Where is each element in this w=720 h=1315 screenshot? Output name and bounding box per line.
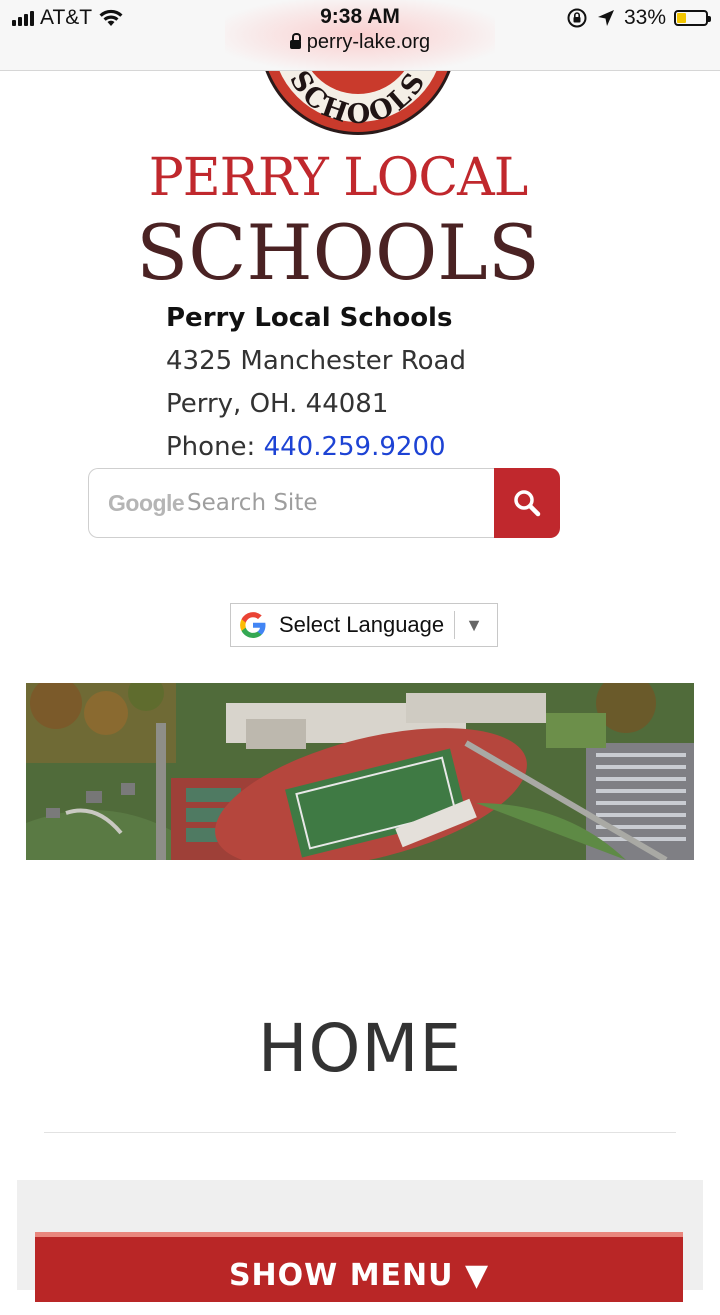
search-button[interactable] <box>494 468 560 538</box>
site-search: Google <box>88 468 560 538</box>
dropdown-arrow-icon: ▼ <box>465 614 483 635</box>
logo-wordmark-top: PERRY LOCAL <box>148 148 529 208</box>
battery-percent: 33% <box>623 6 666 29</box>
campus-aerial-photo <box>26 683 694 860</box>
street-address: 4325 Manchester Road <box>166 346 466 376</box>
address-bar[interactable]: perry-lake.org <box>289 29 431 55</box>
google-brand-text: Google <box>108 490 185 516</box>
show-menu-button[interactable]: SHOW MENU ▼ <box>35 1232 683 1302</box>
orientation-lock-icon <box>567 8 587 28</box>
phone-link[interactable]: 440.259.9200 <box>264 432 446 462</box>
city-state-zip: Perry, OH. 44081 <box>166 389 389 419</box>
language-selector[interactable]: Select Language ▼ <box>230 603 498 647</box>
divider <box>44 1132 676 1133</box>
status-bar: AT&T 9:38 AM perry-lake.org 33% <box>0 0 720 71</box>
contact-info: Perry Local Schools 4325 Manchester Road… <box>166 300 466 472</box>
language-label: Select Language <box>279 612 445 637</box>
lock-icon <box>289 32 301 49</box>
battery-icon <box>674 10 711 26</box>
phone-label: Phone: <box>166 432 264 462</box>
search-icon <box>514 490 541 517</box>
phone-line: Phone: 440.259.9200 <box>166 429 466 472</box>
logo-wordmark-bottom: SCHOOLS <box>136 208 540 297</box>
school-name: Perry Local Schools <box>166 303 453 333</box>
page-title: HOME <box>257 1010 463 1087</box>
url-text: perry-lake.org <box>306 31 431 53</box>
google-g-icon <box>240 612 266 638</box>
location-arrow-icon <box>597 10 614 26</box>
